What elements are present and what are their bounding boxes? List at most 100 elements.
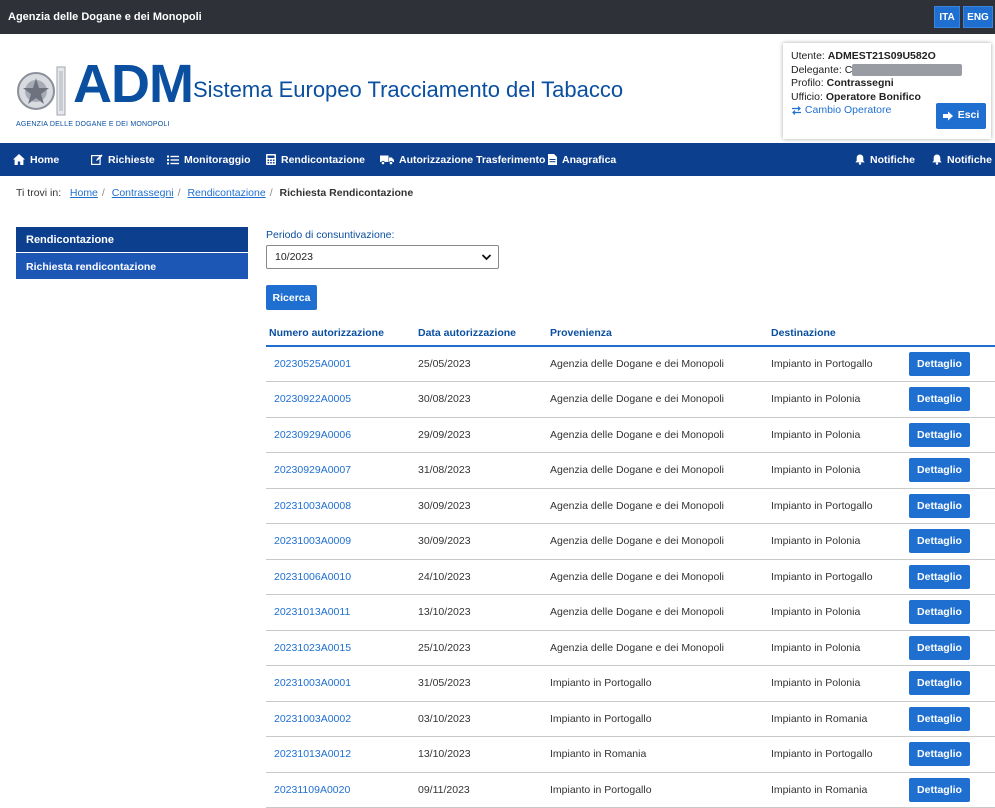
actions-cell: Dettaglio <box>909 559 995 595</box>
auth-number-link[interactable]: 20231013A0012 <box>266 736 418 773</box>
auth-number-link[interactable]: 20230929A0006 <box>266 417 418 453</box>
table-row: 20231003A0002 03/10/2023 Impianto in Porto… <box>266 701 995 737</box>
destination: Impianto in Portogallo <box>771 346 909 382</box>
auth-number-link[interactable]: 20231023A0015 <box>266 630 418 666</box>
detail-button[interactable]: Dettaglio <box>909 564 970 589</box>
nav-richieste[interactable]: Richieste <box>91 143 155 176</box>
bell-icon <box>855 154 865 165</box>
header-provenienza: Provenienza <box>550 321 771 347</box>
origin: Agenzia delle Dogane e dei Monopoli <box>550 630 771 666</box>
lang-ita-button[interactable]: ITA <box>934 6 960 28</box>
document-icon <box>548 154 557 165</box>
edit-icon <box>91 154 103 165</box>
detail-button[interactable]: Dettaglio <box>909 493 970 518</box>
user-id: ADMEST21S09U582O <box>827 50 936 62</box>
lang-eng-button[interactable]: ENG <box>963 6 993 28</box>
breadcrumb-rendicontazione[interactable]: Rendicontazione <box>187 187 265 199</box>
detail-button[interactable]: Dettaglio <box>909 387 970 412</box>
actions-cell: Dettaglio <box>909 594 995 631</box>
auth-number-link[interactable]: 20230929A0007 <box>266 452 418 489</box>
auth-date: 30/08/2023 <box>418 381 550 418</box>
auth-number-link[interactable]: 20231013A0011 <box>266 594 418 631</box>
period-value: 10/2023 <box>275 251 313 263</box>
detail-button[interactable]: Dettaglio <box>909 777 970 802</box>
table-row: 20230922A0005 30/08/2023 Agenzia delle Dog… <box>266 381 995 418</box>
auth-date: 13/10/2023 <box>418 736 550 773</box>
top-bar: Agenzia delle Dogane e dei Monopoli ITA … <box>0 0 995 34</box>
nav-monitoraggio[interactable]: Monitoraggio <box>167 143 251 176</box>
origin: Agenzia delle Dogane e dei Monopoli <box>550 452 771 489</box>
header-numero: Numero autorizzazione <box>266 321 418 347</box>
delegante-row: Delegante: C <box>791 64 983 78</box>
nav-notifiche-1[interactable]: Notifiche <box>855 143 915 176</box>
table-header-row: Numero autorizzazione Data autorizzazion… <box>266 321 995 347</box>
results-table: Numero autorizzazione Data autorizzazion… <box>266 321 995 808</box>
auth-date: 29/09/2023 <box>418 417 550 453</box>
sidebar-item-richiesta-rendicontazione[interactable]: Richiesta rendicontazione <box>16 253 248 279</box>
destination: Impianto in Polonia <box>771 665 909 702</box>
nav-anagrafica[interactable]: Anagrafica <box>548 143 616 176</box>
breadcrumb-home[interactable]: Home <box>70 187 98 199</box>
detail-button[interactable]: Dettaglio <box>909 706 970 731</box>
detail-button[interactable]: Dettaglio <box>909 671 970 696</box>
office-row: Ufficio: Operatore Bonifico <box>791 90 921 103</box>
detail-button[interactable]: Dettaglio <box>909 458 970 483</box>
detail-button[interactable]: Dettaglio <box>909 529 970 554</box>
detail-button[interactable]: Dettaglio <box>909 742 970 767</box>
logout-icon <box>942 111 953 121</box>
header-data: Data autorizzazione <box>418 321 550 347</box>
actions-cell: Dettaglio <box>909 736 995 773</box>
actions-cell: Dettaglio <box>909 346 995 382</box>
table-row: 20231003A0009 30/09/2023 Agenzia delle Dog… <box>266 523 995 560</box>
destination: Impianto in Portogallo <box>771 488 909 524</box>
origin: Impianto in Portogallo <box>550 701 771 737</box>
chevron-down-icon <box>481 254 492 261</box>
origin: Impianto in Portogallo <box>550 772 771 808</box>
actions-cell: Dettaglio <box>909 523 995 560</box>
destination: Impianto in Portogallo <box>771 736 909 773</box>
actions-cell: Dettaglio <box>909 665 995 702</box>
list-icon <box>167 155 179 164</box>
origin: Agenzia delle Dogane e dei Monopoli <box>550 417 771 453</box>
nav-rendicontazione[interactable]: Rendicontazione <box>266 143 365 176</box>
nav-notifiche-2[interactable]: Notifiche <box>932 143 992 176</box>
agency-name: Agenzia delle Dogane e dei Monopoli <box>8 11 202 23</box>
search-button[interactable]: Ricerca <box>266 285 317 310</box>
auth-number-link[interactable]: 20231006A0010 <box>266 559 418 595</box>
detail-button[interactable]: Dettaglio <box>909 635 970 660</box>
auth-number-link[interactable]: 20231003A0002 <box>266 701 418 737</box>
table-row: 20230929A0007 31/08/2023 Agenzia delle Dog… <box>266 452 995 489</box>
origin: Agenzia delle Dogane e dei Monopoli <box>550 523 771 560</box>
user-info-box: Utente: ADMEST21S09U582O Delegante: C Pr… <box>783 43 991 139</box>
table-body: 20230525A0001 25/05/2023 Agenzia delle Dog… <box>266 346 995 808</box>
auth-number-link[interactable]: 20231003A0001 <box>266 665 418 702</box>
logout-button[interactable]: Esci <box>936 103 986 129</box>
origin: Impianto in Romania <box>550 736 771 773</box>
auth-date: 09/11/2023 <box>418 772 550 808</box>
swap-icon <box>792 105 801 115</box>
auth-date: 13/10/2023 <box>418 594 550 631</box>
sidebar-title[interactable]: Rendicontazione <box>16 227 248 252</box>
detail-button[interactable]: Dettaglio <box>909 600 970 625</box>
auth-number-link[interactable]: 20231003A0009 <box>266 523 418 560</box>
detail-button[interactable]: Dettaglio <box>909 422 970 447</box>
nav-home[interactable]: Home <box>13 143 59 176</box>
profile-value: Contrassegni <box>826 77 894 89</box>
breadcrumb-current: Richiesta Rendicontazione <box>279 187 414 199</box>
auth-number-link[interactable]: 20231109A0020 <box>266 772 418 808</box>
auth-number-link[interactable]: 20230525A0001 <box>266 346 418 382</box>
auth-date: 31/08/2023 <box>418 452 550 489</box>
delegante-value: C <box>844 63 853 76</box>
destination: Impianto in Polonia <box>771 594 909 631</box>
nav-autorizzazione-trasferimento[interactable]: Autorizzazione Trasferimento <box>380 143 545 176</box>
app-title: Sistema Europeo Tracciamento del Tabacco <box>193 77 624 102</box>
breadcrumb: Ti trovi in: Home / Contrassegni / Rendico… <box>16 187 414 199</box>
period-select[interactable]: 10/2023 <box>266 245 499 269</box>
destination: Impianto in Polonia <box>771 523 909 560</box>
auth-number-link[interactable]: 20231003A0008 <box>266 488 418 524</box>
detail-button[interactable]: Dettaglio <box>909 352 970 376</box>
breadcrumb-contrassegni[interactable]: Contrassegni <box>112 187 174 199</box>
user-row: Utente: ADMEST21S09U582O <box>791 50 936 62</box>
actions-cell: Dettaglio <box>909 630 995 666</box>
auth-number-link[interactable]: 20230922A0005 <box>266 381 418 418</box>
